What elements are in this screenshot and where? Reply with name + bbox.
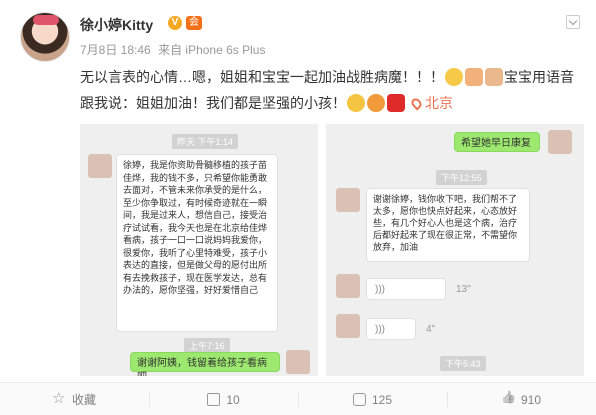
chat-reply: 希望她早日康复: [454, 132, 540, 152]
location-pin-icon: [409, 96, 424, 111]
member-badge-icon[interactable]: 会: [186, 16, 202, 30]
favorite-label: 收藏: [71, 393, 96, 407]
heart-emoji-icon: [387, 94, 405, 112]
post-text-line1-tail: 宝宝用语音: [504, 69, 574, 85]
voice-wave-icon: ))): [375, 284, 385, 295]
post-source: 来自 iPhone 6s Plus: [158, 43, 266, 57]
chat-screenshot-1[interactable]: 昨天 下午1:14 徐婷，我是你资助骨髓移植的孩子苗佳烨，我的钱不多，只希望你能…: [80, 124, 318, 376]
chevron-down-icon[interactable]: [566, 15, 580, 29]
blush-emoji-icon: [347, 94, 365, 112]
username-link[interactable]: 徐小婷Kitty: [80, 15, 153, 35]
voice-wave-icon: ))): [375, 324, 385, 335]
chat-avatar: [88, 154, 112, 178]
timestamp: 上午7:16: [184, 338, 230, 353]
pray-emoji-icon: [485, 68, 503, 86]
chat-avatar: [336, 314, 360, 338]
muscle-emoji-icon: [465, 68, 483, 86]
voice-message[interactable]: ))): [366, 318, 416, 340]
share-count: 10: [226, 392, 240, 407]
voice-message[interactable]: ))): [366, 278, 446, 300]
post-text: 无以言表的心情…嗯，姐姐和宝宝一起加油战胜病魔！！！ 宝宝用语音 跟我说：姐姐加油…: [80, 64, 576, 116]
chat-screenshot-2[interactable]: 希望她早日康复 下午12:55 谢谢徐婷，钱你收下吧，我们帮不了太多，愿你也快点…: [326, 124, 584, 376]
chat-message: 谢谢徐婷，钱你收下吧，我们帮不了太多，愿你也快点好起来，心态放好些，有几个好心人…: [366, 188, 530, 262]
share-button[interactable]: 10: [149, 383, 298, 415]
chat-reply: 谢谢阿姨，钱留着给孩子看病吧: [130, 352, 280, 376]
timestamp: 下午5:43: [440, 356, 486, 371]
location-link[interactable]: 北京: [425, 95, 453, 111]
favorite-button[interactable]: 收藏: [0, 383, 149, 415]
verified-badge-icon: V: [168, 16, 182, 30]
weibo-post: 徐小婷Kitty V 会 7月8日 18:46 来自 iPhone 6s Plu…: [0, 0, 596, 415]
chat-avatar: [336, 274, 360, 298]
smile-emoji-icon: [445, 68, 463, 86]
chat-message: 徐婷，我是你资助骨髓移植的孩子苗佳烨，我的钱不多，只希望你能勇敢去面对，不管未来…: [116, 154, 278, 332]
timestamp: 下午12:55: [436, 170, 487, 185]
thumbs-up-icon: [502, 393, 515, 406]
comment-button[interactable]: 125: [298, 383, 447, 415]
star-icon: [52, 389, 66, 407]
like-count: 910: [520, 392, 542, 407]
voice-duration: 4": [426, 324, 436, 335]
voice-duration: 13": [456, 284, 471, 295]
action-bar: 收藏 10 125 910: [0, 382, 596, 415]
like-button[interactable]: 910: [447, 383, 596, 415]
share-icon: [207, 393, 221, 406]
comment-icon: [352, 393, 366, 406]
surprise-emoji-icon: [367, 94, 385, 112]
chat-avatar: [286, 350, 310, 374]
timestamp: 昨天 下午1:14: [172, 134, 239, 149]
post-text-line2: 跟我说：姐姐加油！我们都是坚强的小孩！: [80, 95, 346, 111]
post-date[interactable]: 7月8日 18:46: [80, 43, 151, 57]
avatar-bow: [33, 15, 59, 25]
post-meta: 7月8日 18:46 来自 iPhone 6s Plus: [80, 41, 265, 58]
comment-count: 125: [371, 392, 393, 407]
chat-avatar: [336, 188, 360, 212]
chat-avatar: [548, 130, 572, 154]
post-text-line1: 无以言表的心情…嗯，姐姐和宝宝一起加油战胜病魔！！！: [80, 69, 444, 85]
avatar[interactable]: [20, 12, 70, 62]
